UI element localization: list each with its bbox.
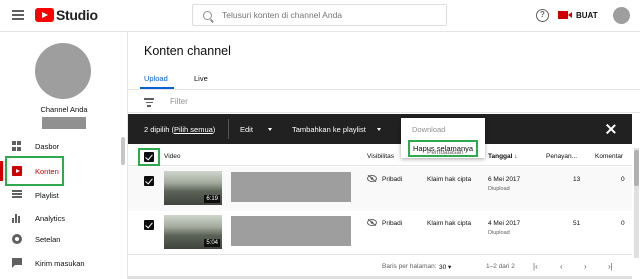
chevron-down-icon bbox=[268, 128, 272, 131]
sidebar-item-label: Playlist bbox=[35, 190, 59, 200]
search-icon bbox=[203, 10, 212, 20]
first-page-icon[interactable]: |‹ bbox=[533, 262, 538, 271]
menu-item-download[interactable]: Download bbox=[412, 125, 445, 134]
add-to-playlist-dropdown[interactable]: Tambahkan ke playlist bbox=[292, 125, 366, 134]
table-row[interactable]: 6:19 Pribadi Klaim hak cipta 6 Mei 2017 … bbox=[128, 167, 632, 211]
video-title-redacted[interactable] bbox=[231, 172, 351, 202]
visibility-value[interactable]: Pribadi bbox=[382, 176, 402, 183]
account-avatar[interactable] bbox=[613, 7, 630, 24]
selection-action-bar: 2 dipilih (Pilih semua) Edit Tambahkan k… bbox=[128, 114, 632, 144]
row-checkbox[interactable] bbox=[144, 176, 154, 186]
column-header-restrictions[interactable]: Pembatasan bbox=[427, 149, 464, 156]
sidebar-item-dasbor[interactable]: Dasbor bbox=[0, 136, 120, 156]
top-bar: Studio ? BUAT bbox=[0, 0, 640, 32]
pagination-bar: Baris per halaman: 30 ▾ 1–2 dari 2 |‹ ‹ … bbox=[128, 256, 632, 276]
channel-avatar[interactable] bbox=[35, 43, 91, 99]
sidebar-item-label: Kirim masukan bbox=[35, 258, 85, 268]
column-header-views[interactable]: Penayan... bbox=[546, 153, 577, 160]
date-sub-label: Diupload bbox=[488, 230, 510, 236]
separator bbox=[228, 119, 229, 139]
video-camera-icon bbox=[558, 11, 572, 19]
sidebar-item-label: Analytics bbox=[35, 213, 66, 223]
arrow-down-icon: ↓ bbox=[514, 153, 518, 160]
date-sub-label: Diupload bbox=[488, 186, 510, 192]
filter-input[interactable]: Filter bbox=[170, 97, 188, 106]
video-thumbnail[interactable]: 5:04 bbox=[164, 215, 222, 249]
video-thumbnail[interactable]: 6:19 bbox=[164, 171, 222, 205]
dashboard-icon bbox=[12, 141, 22, 151]
active-indicator bbox=[0, 161, 3, 181]
views-value: 51 bbox=[573, 220, 581, 227]
eye-off-icon[interactable] bbox=[367, 219, 377, 226]
analytics-icon bbox=[12, 213, 22, 223]
comments-value: 0 bbox=[621, 220, 625, 227]
select-all-checkbox[interactable] bbox=[144, 152, 154, 162]
edit-dropdown[interactable]: Edit bbox=[240, 125, 253, 134]
settings-icon bbox=[12, 234, 22, 244]
create-button[interactable]: BUAT bbox=[558, 5, 600, 25]
channel-name: Channel Anda bbox=[40, 105, 88, 114]
sidebar-item-label: Dasbor bbox=[35, 141, 60, 151]
youtube-play-icon bbox=[35, 8, 54, 22]
scrollbar-thumb[interactable] bbox=[634, 150, 639, 186]
divider bbox=[128, 89, 640, 90]
help-icon[interactable]: ? bbox=[536, 9, 549, 22]
highlight-box-konten bbox=[5, 156, 64, 186]
table-row[interactable]: 5:04 Pribadi Klaim hak cipta 4 Mei 2017 … bbox=[128, 211, 632, 255]
search-box[interactable] bbox=[192, 4, 447, 26]
sidebar: Channel Anda Dasbor Konten Playlist Anal… bbox=[0, 32, 128, 279]
filter-icon[interactable] bbox=[144, 98, 154, 109]
close-icon[interactable] bbox=[606, 124, 616, 134]
chevron-down-icon bbox=[377, 128, 381, 131]
date-value: 6 Mei 2017 bbox=[488, 176, 521, 183]
video-duration: 5:04 bbox=[204, 239, 220, 247]
sidebar-item-label: Setelan bbox=[35, 234, 61, 244]
sidebar-item-playlist[interactable]: Playlist bbox=[0, 185, 120, 205]
feedback-icon bbox=[12, 258, 22, 268]
rows-per-page-select[interactable]: 30 ▾ bbox=[439, 263, 451, 271]
page-range: 1–2 dari 2 bbox=[486, 263, 515, 270]
sidebar-item-kirim-masukan[interactable]: Kirim masukan bbox=[0, 253, 120, 273]
tab-upload[interactable]: Upload bbox=[144, 74, 168, 83]
last-page-icon[interactable]: ›| bbox=[608, 262, 613, 271]
select-all-link[interactable]: Pilih semua bbox=[174, 125, 213, 134]
create-button-label: BUAT bbox=[576, 10, 598, 20]
video-duration: 6:19 bbox=[204, 195, 220, 203]
row-checkbox[interactable] bbox=[144, 220, 154, 230]
playlist-icon bbox=[12, 190, 22, 200]
tab-live[interactable]: Live bbox=[194, 74, 208, 83]
logo-text: Studio bbox=[56, 7, 98, 23]
table-scrollbar[interactable] bbox=[634, 148, 639, 258]
column-header-visibility[interactable]: Visibilitas bbox=[367, 153, 394, 160]
views-value: 13 bbox=[573, 176, 581, 183]
menu-icon[interactable] bbox=[12, 10, 24, 20]
rows-per-page-label: Baris per halaman: bbox=[382, 263, 437, 270]
video-title-redacted[interactable] bbox=[231, 216, 351, 246]
restriction-value[interactable]: Klaim hak cipta bbox=[427, 220, 471, 227]
search-input[interactable] bbox=[222, 10, 432, 20]
column-header-comments[interactable]: Komentar bbox=[595, 153, 623, 160]
column-header-date[interactable]: Tanggal ↓ bbox=[488, 153, 518, 160]
restriction-value[interactable]: Klaim hak cipta bbox=[427, 176, 471, 183]
selection-count: 2 dipilih (Pilih semua) bbox=[144, 125, 216, 134]
sidebar-item-analytics[interactable]: Analytics bbox=[0, 208, 120, 228]
main-content: Konten channel Upload Live Filter 2 dipi… bbox=[128, 32, 640, 279]
sidebar-item-setelan[interactable]: Setelan bbox=[0, 229, 120, 249]
page-title: Konten channel bbox=[144, 44, 231, 58]
divider bbox=[128, 112, 640, 113]
sidebar-scrollbar[interactable] bbox=[121, 137, 125, 165]
date-value: 4 Mei 2017 bbox=[488, 220, 521, 227]
eye-off-icon[interactable] bbox=[367, 175, 377, 182]
channel-name-redacted bbox=[42, 117, 86, 129]
visibility-value[interactable]: Pribadi bbox=[382, 220, 402, 227]
previous-page-icon[interactable]: ‹ bbox=[560, 262, 563, 271]
next-page-icon[interactable]: › bbox=[584, 262, 587, 271]
comments-value: 0 bbox=[621, 176, 625, 183]
table-header: Video Visibilitas Pembatasan Tanggal ↓ P… bbox=[128, 148, 632, 166]
studio-logo[interactable]: Studio bbox=[35, 7, 98, 23]
chevron-down-icon: ▾ bbox=[448, 264, 452, 271]
column-header-video[interactable]: Video bbox=[164, 153, 181, 160]
